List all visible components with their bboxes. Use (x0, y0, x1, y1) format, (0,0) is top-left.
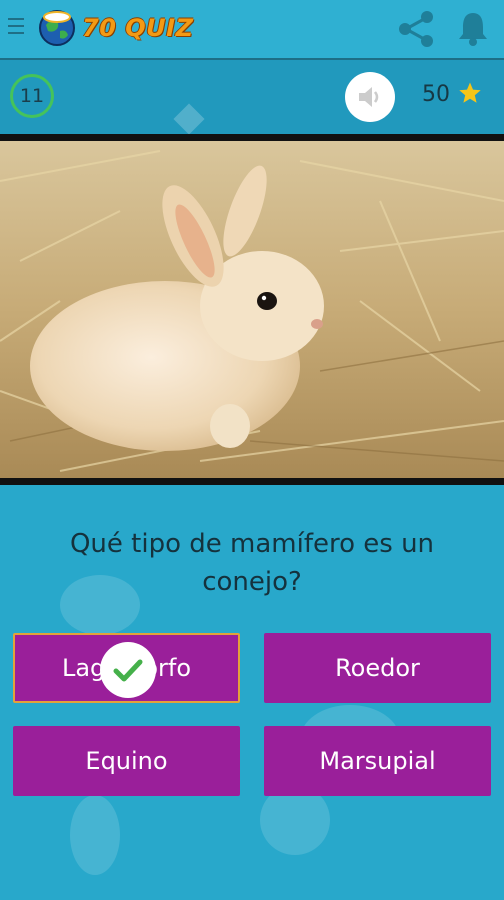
status-bar: 11 50 (0, 58, 504, 136)
menu-icon[interactable] (8, 18, 24, 38)
question-text: Qué tipo de mamífero es un conejo? (69, 529, 435, 597)
answer-button-4[interactable]: Marsupial (264, 726, 491, 796)
answer-button-3[interactable]: Equino (13, 726, 240, 796)
score-value: 50 (422, 82, 450, 107)
answer-button-2[interactable]: Roedor (264, 633, 491, 703)
answer-label: Roedor (335, 654, 420, 682)
rabbit-photo (0, 141, 504, 478)
image-border-bottom (0, 478, 504, 485)
speaker-icon (359, 87, 379, 107)
star-icon (459, 82, 481, 103)
correct-answer-badge (100, 642, 156, 698)
question-image (0, 141, 504, 478)
checkmark-icon (113, 659, 143, 682)
share-icon[interactable] (396, 10, 436, 48)
countdown-timer: 11 (10, 74, 54, 118)
image-border-top (0, 134, 504, 141)
decoration-bulb (70, 795, 120, 875)
answer-label: Equino (85, 747, 168, 775)
sound-toggle-button[interactable] (345, 72, 395, 122)
bell-icon[interactable] (456, 10, 490, 46)
globe-logo-icon (39, 10, 75, 46)
answer-label: Marsupial (319, 747, 436, 775)
app-header: 70 QUIZ (0, 0, 504, 58)
app-name: 70 QUIZ (82, 14, 194, 42)
